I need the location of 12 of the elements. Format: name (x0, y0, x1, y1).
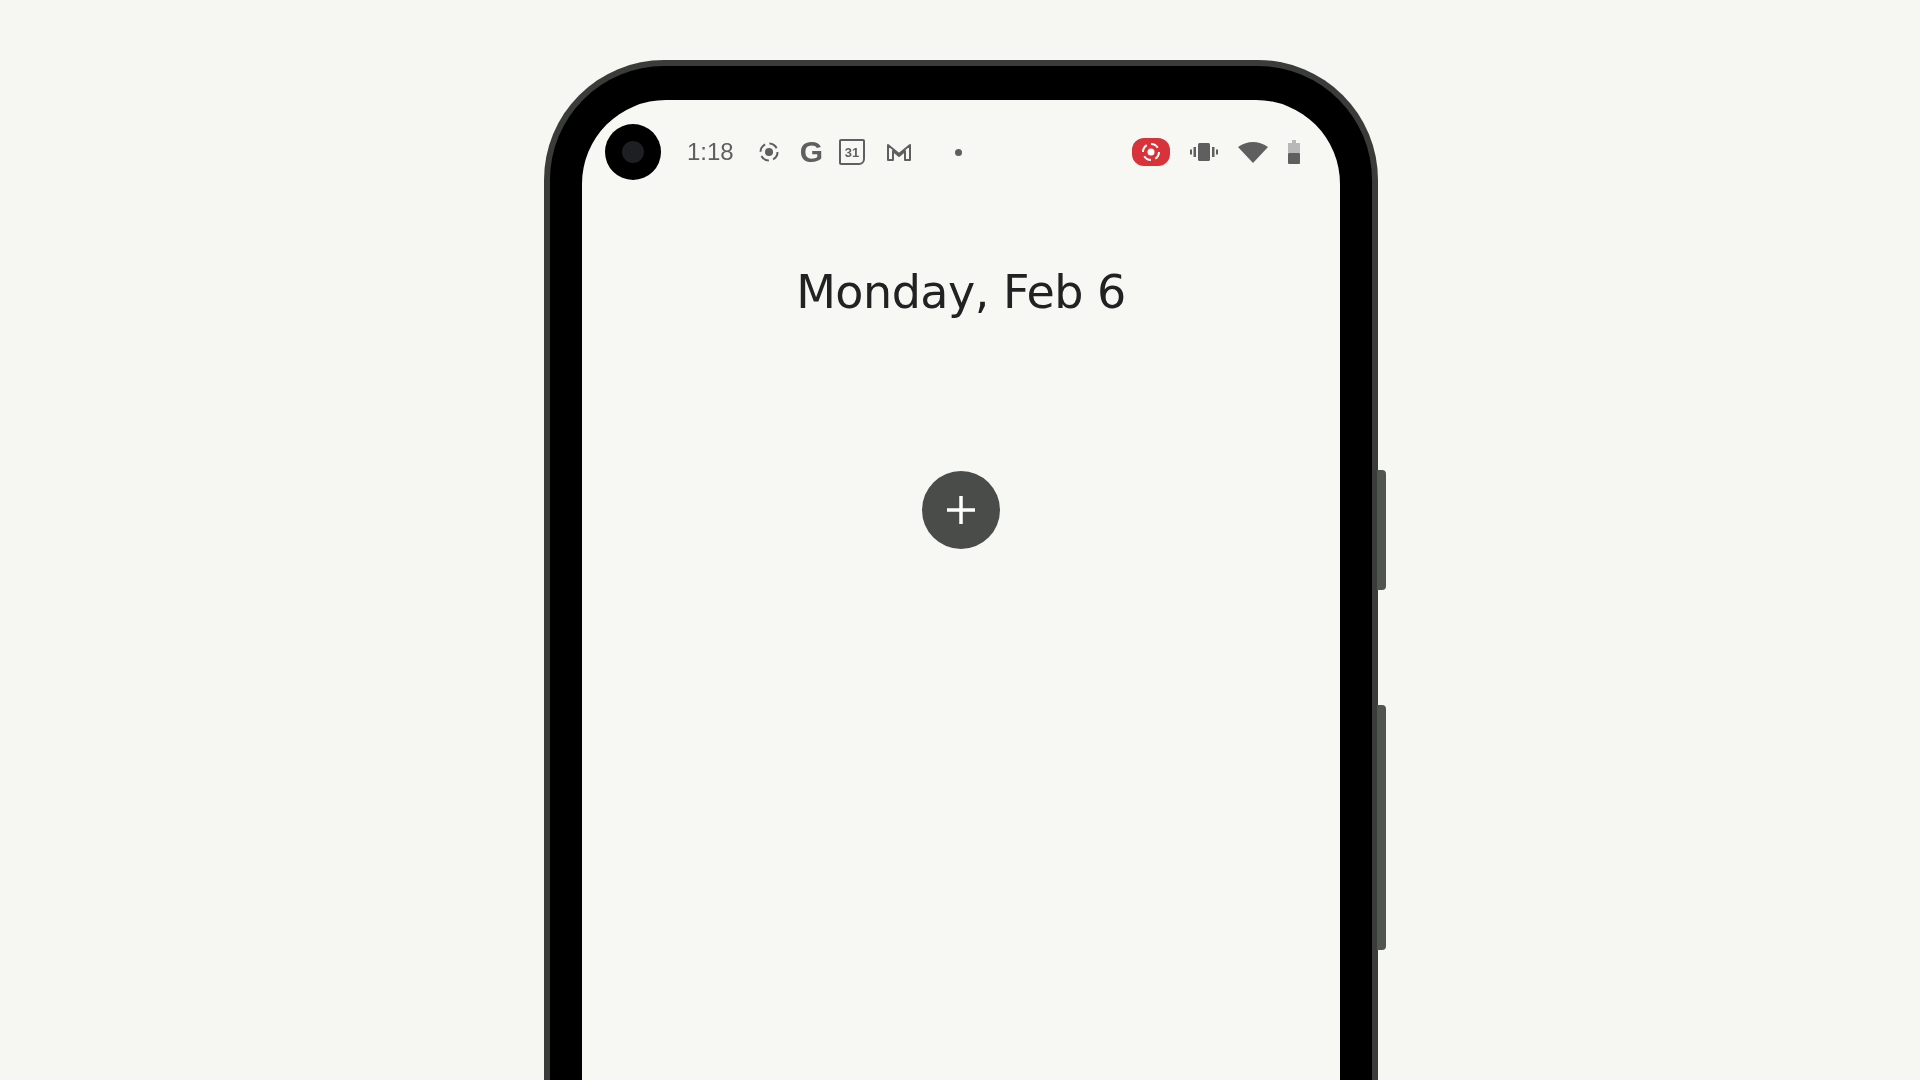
vibrate-icon (1190, 141, 1218, 163)
calendar-icon: 31 (839, 139, 866, 165)
wifi-icon (1238, 141, 1268, 163)
status-time: 1:18 (687, 138, 734, 166)
date-title: Monday, Feb 6 (796, 265, 1126, 319)
google-icon: G (799, 137, 824, 167)
mail-icon (885, 141, 914, 163)
camera-icon (605, 124, 661, 180)
screen-record-icon (757, 141, 780, 163)
battery-icon (1288, 140, 1300, 164)
more-notifications-icon (955, 148, 963, 156)
plus-icon (944, 493, 978, 527)
